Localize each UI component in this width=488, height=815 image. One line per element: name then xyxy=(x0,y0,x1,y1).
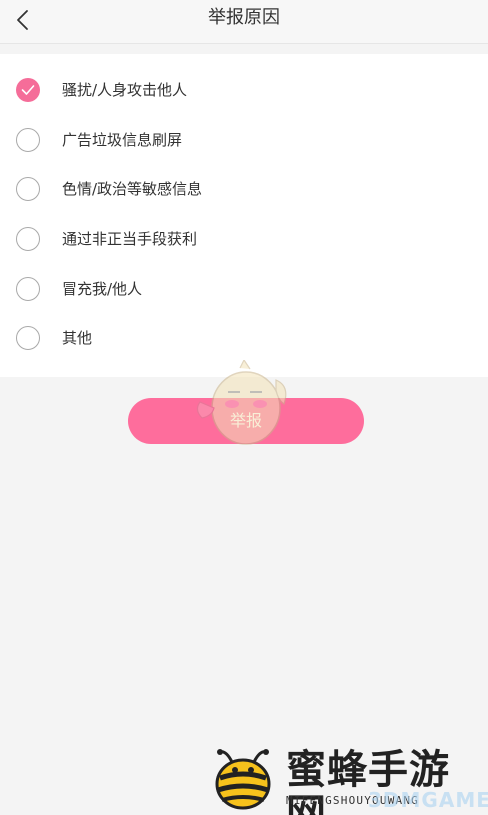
reason-label: 其他 xyxy=(62,329,93,347)
checkmark-icon xyxy=(21,85,35,95)
reason-option-other[interactable]: 其他 xyxy=(0,314,488,364)
bee-logo-icon xyxy=(215,749,271,810)
reason-list: 骚扰/人身攻击他人 广告垃圾信息刷屏 色情/政治等敏感信息 通过非正当手段获利 … xyxy=(0,54,488,377)
radio-unchecked[interactable] xyxy=(16,326,40,350)
reason-option-harassment[interactable]: 骚扰/人身攻击他人 xyxy=(0,66,488,116)
reason-label: 广告垃圾信息刷屏 xyxy=(62,131,183,149)
radio-unchecked[interactable] xyxy=(16,177,40,201)
watermark-overlay: 3DMGAME xyxy=(368,788,488,812)
report-page: 举报原因 骚扰/人身攻击他人 广告垃圾信息刷屏 色情/政治等敏感信息 通过非正当… xyxy=(0,0,488,815)
reason-label: 通过非正当手段获利 xyxy=(62,230,198,248)
mascot-watermark-icon xyxy=(196,360,287,445)
header-bar: 举报原因 xyxy=(0,0,488,44)
reason-option-spam[interactable]: 广告垃圾信息刷屏 xyxy=(0,116,488,166)
reason-option-sensitive[interactable]: 色情/政治等敏感信息 xyxy=(0,165,488,215)
reason-label: 冒充我/他人 xyxy=(62,280,143,298)
reason-label: 骚扰/人身攻击他人 xyxy=(62,81,188,99)
reason-label: 色情/政治等敏感信息 xyxy=(62,180,203,198)
radio-unchecked[interactable] xyxy=(16,277,40,301)
radio-unchecked[interactable] xyxy=(16,227,40,251)
reason-option-impersonation[interactable]: 冒充我/他人 xyxy=(0,265,488,315)
radio-checked[interactable] xyxy=(16,78,40,102)
reason-option-fraud[interactable]: 通过非正当手段获利 xyxy=(0,215,488,265)
radio-unchecked[interactable] xyxy=(16,128,40,152)
page-title: 举报原因 xyxy=(208,7,280,28)
